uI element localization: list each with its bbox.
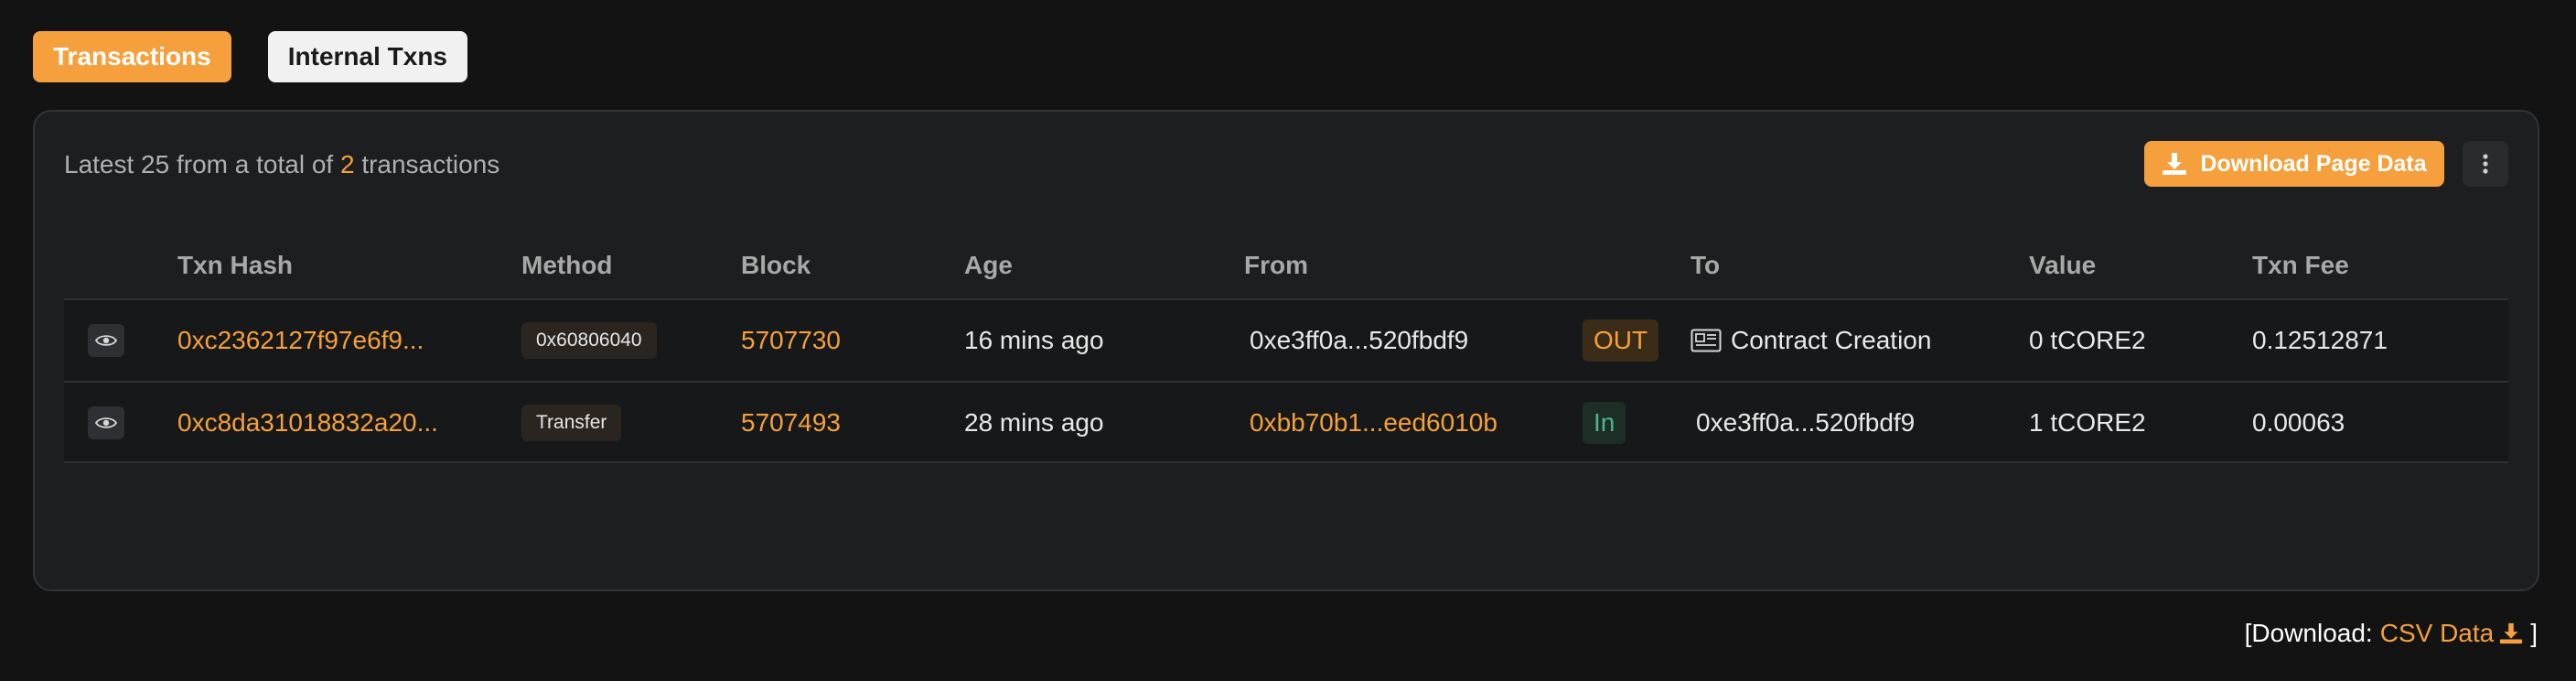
preview-button[interactable] [88,406,124,439]
download-page-data-button[interactable]: Download Page Data [2144,141,2444,187]
summary-count: 2 [339,150,355,178]
age-cell: 16 mins ago [964,326,1104,354]
table-row: 0xc8da31018832a20... Transfer 5707493 28… [64,381,2508,463]
header-from: From [1244,251,1308,279]
method-badge: 0x60806040 [521,322,657,359]
more-options-button[interactable] [2463,141,2508,187]
footer-open-text: [Download: [2244,619,2373,647]
tab-internal-txns[interactable]: Internal Txns [267,31,467,82]
contract-icon [1690,329,1722,352]
more-vertical-icon [2483,154,2488,174]
txn-fee-cell: 0.12512871 [2252,326,2388,354]
from-address-link[interactable]: 0xbb70b1...eed6010b [1250,383,1497,463]
header-method: Method [521,251,613,279]
block-link[interactable]: 5707730 [741,300,841,381]
table-row: 0xc2362127f97e6f9... 0x60806040 5707730 … [64,298,2508,381]
footer-close-text: ] [2530,619,2538,647]
block-link[interactable]: 5707493 [741,383,841,463]
summary-suffix: transactions [361,150,500,178]
contract-creation-label: Contract Creation [1731,326,1932,354]
summary-prefix: Latest 25 from a total of [64,150,334,178]
transactions-table: Txn Hash Method Block Age From To Value … [64,234,2508,463]
transactions-summary: Latest 25 from a total of 2 transactions [64,150,499,179]
eye-icon [95,335,117,346]
header-block: Block [741,251,811,279]
value-cell: 1 tCORE2 [2029,408,2146,437]
csv-data-label: CSV Data [2379,619,2495,647]
method-badge: Transfer [521,405,622,441]
tab-bar: Transactions Internal Txns [33,31,467,82]
eye-icon [95,417,117,428]
download-page-data-label: Download Page Data [2200,150,2427,177]
txn-hash-link[interactable]: 0xc8da31018832a20... [177,383,438,463]
preview-button[interactable] [88,324,124,357]
header-age: Age [964,251,1013,279]
txn-hash-link[interactable]: 0xc2362127f97e6f9... [177,300,424,381]
download-icon [2163,153,2187,175]
direction-badge-in: In [1583,402,1626,444]
txn-fee-cell: 0.00063 [2252,408,2345,437]
value-cell: 0 tCORE2 [2029,326,2146,354]
to-cell: Contract Creation [1690,300,1931,381]
download-icon [2500,622,2523,644]
direction-cell: In [1583,383,1626,463]
header-txn-fee: Txn Fee [2252,251,2349,279]
csv-download-footer: [Download: CSV Data ] [2245,619,2538,648]
to-address: 0xe3ff0a...520fbdf9 [1696,408,1916,437]
header-value: Value [2029,251,2097,279]
method-cell: 0x60806040 [521,300,657,381]
direction-badge-out: OUT [1583,319,1659,362]
tab-transactions[interactable]: Transactions [33,31,231,82]
transactions-card: Latest 25 from a total of 2 transactions… [33,110,2539,591]
header-txn-hash: Txn Hash [177,251,294,279]
direction-cell: OUT [1583,300,1659,381]
method-cell: Transfer [521,383,622,463]
table-header: Txn Hash Method Block Age From To Value … [64,234,2508,298]
age-cell: 28 mins ago [964,408,1104,437]
header-to: To [1690,251,1721,279]
csv-data-link[interactable]: CSV Data [2380,619,2524,648]
from-address: 0xe3ff0a...520fbdf9 [1250,326,1469,354]
